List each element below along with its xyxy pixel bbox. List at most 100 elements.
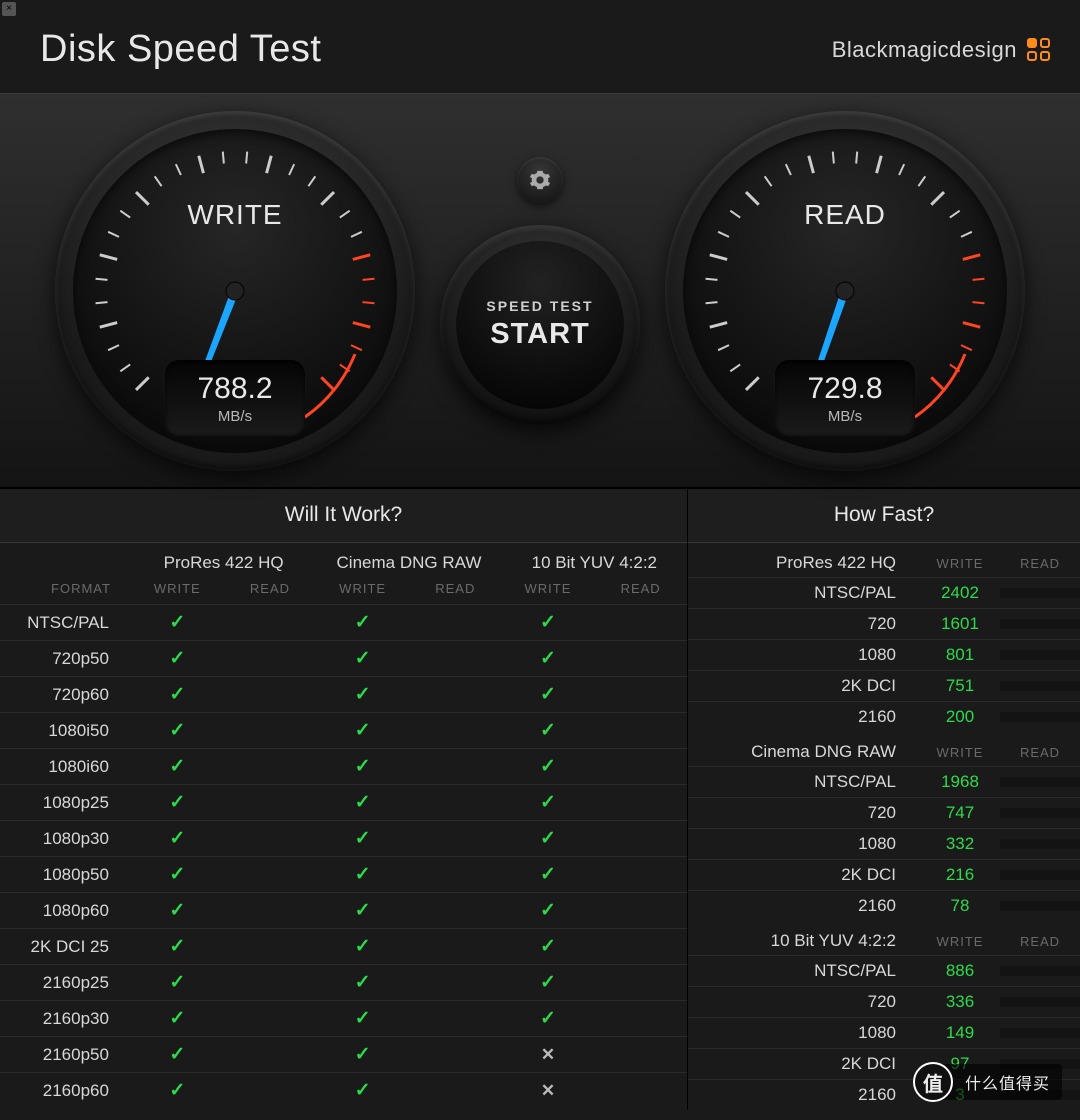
hf-group-name: Cinema DNG RAW bbox=[688, 732, 920, 766]
check-icon: ✓ bbox=[355, 900, 371, 921]
check-icon: ✓ bbox=[169, 792, 185, 813]
start-button[interactable]: SPEED TEST START bbox=[440, 225, 640, 425]
codec-group-header: Cinema DNG RAW bbox=[316, 543, 501, 577]
result-cell: ✓ bbox=[131, 1073, 224, 1109]
settings-button[interactable] bbox=[517, 157, 563, 203]
write-fps-value: 886 bbox=[920, 956, 1000, 986]
write-value: 788.2 bbox=[165, 372, 305, 406]
check-icon: ✓ bbox=[540, 828, 556, 849]
check-icon: ✓ bbox=[355, 828, 371, 849]
table-row: 1080801 bbox=[688, 639, 1080, 670]
result-cell: ✓ bbox=[316, 677, 409, 713]
result-cell: ✓ bbox=[131, 677, 224, 713]
format-label: 1080p25 bbox=[0, 785, 131, 821]
result-cell: ✓ bbox=[502, 929, 595, 965]
result-cell: ✓ bbox=[316, 1001, 409, 1037]
format-label: NTSC/PAL bbox=[688, 956, 920, 986]
result-cell: ✓ bbox=[502, 857, 595, 893]
check-icon: ✓ bbox=[540, 900, 556, 921]
result-cell: ✓ bbox=[131, 641, 224, 677]
check-icon: ✓ bbox=[169, 612, 185, 633]
check-icon: ✓ bbox=[169, 900, 185, 921]
result-cell bbox=[594, 641, 687, 677]
hf-group-name: 10 Bit YUV 4:2:2 bbox=[688, 921, 920, 955]
cross-icon: ✕ bbox=[541, 1081, 555, 1100]
check-icon: ✓ bbox=[540, 1008, 556, 1029]
watermark-badge-icon: 值 bbox=[913, 1062, 953, 1102]
result-cell bbox=[409, 1073, 502, 1109]
codec-group-header: 10 Bit YUV 4:2:2 bbox=[502, 543, 687, 577]
read-fps-value bbox=[1000, 712, 1080, 722]
table-row: 1080p50✓✓✓ bbox=[0, 857, 687, 893]
result-cell: ✓ bbox=[502, 965, 595, 1001]
result-cell bbox=[409, 1001, 502, 1037]
hf-group-header: ProRes 422 HQWRITEREAD bbox=[688, 543, 1080, 577]
result-cell: ✓ bbox=[316, 641, 409, 677]
write-fps-value: 2402 bbox=[920, 578, 1000, 608]
format-label: 2160 bbox=[688, 1080, 920, 1110]
table-row: 1080p25✓✓✓ bbox=[0, 785, 687, 821]
result-cell: ✓ bbox=[131, 821, 224, 857]
result-cell bbox=[409, 749, 502, 785]
result-cell: ✓ bbox=[316, 965, 409, 1001]
result-cell bbox=[409, 641, 502, 677]
table-row: 2K DCI216 bbox=[688, 859, 1080, 890]
result-cell bbox=[224, 1037, 317, 1073]
read-fps-value bbox=[1000, 839, 1080, 849]
check-icon: ✓ bbox=[540, 792, 556, 813]
format-label: 1080 bbox=[688, 829, 920, 859]
format-label: 720p50 bbox=[0, 641, 131, 677]
table-row: 2K DCI751 bbox=[688, 670, 1080, 701]
check-icon: ✓ bbox=[540, 756, 556, 777]
brand: Blackmagicdesign bbox=[832, 37, 1050, 63]
check-icon: ✓ bbox=[169, 756, 185, 777]
cross-icon: ✕ bbox=[541, 1045, 555, 1064]
format-label: 2K DCI bbox=[688, 860, 920, 890]
format-label: 2K DCI bbox=[688, 1049, 920, 1079]
format-label: 2160p60 bbox=[0, 1073, 131, 1109]
hf-group-header: Cinema DNG RAWWRITEREAD bbox=[688, 732, 1080, 766]
result-cell bbox=[224, 641, 317, 677]
check-icon: ✓ bbox=[540, 972, 556, 993]
result-cell: ✓ bbox=[502, 821, 595, 857]
column-header: WRITE bbox=[920, 556, 1000, 577]
result-cell bbox=[224, 749, 317, 785]
write-fps-value: 1601 bbox=[920, 609, 1000, 639]
table-row: 2160p60✓✓✕ bbox=[0, 1073, 687, 1109]
result-cell bbox=[594, 1037, 687, 1073]
table-row: NTSC/PAL886 bbox=[688, 955, 1080, 986]
result-cell bbox=[594, 929, 687, 965]
check-icon: ✓ bbox=[169, 1008, 185, 1029]
close-icon[interactable]: × bbox=[2, 2, 16, 16]
result-cell bbox=[594, 785, 687, 821]
start-label-large: START bbox=[490, 318, 590, 351]
hf-group-header: 10 Bit YUV 4:2:2WRITEREAD bbox=[688, 921, 1080, 955]
format-label: 720p60 bbox=[0, 677, 131, 713]
result-cell: ✓ bbox=[131, 893, 224, 929]
read-fps-value bbox=[1000, 870, 1080, 880]
result-cell: ✓ bbox=[316, 605, 409, 641]
result-cell bbox=[224, 821, 317, 857]
result-cell: ✓ bbox=[316, 1073, 409, 1109]
table-row: 1080332 bbox=[688, 828, 1080, 859]
check-icon: ✓ bbox=[355, 1080, 371, 1101]
result-cell bbox=[594, 677, 687, 713]
check-icon: ✓ bbox=[355, 936, 371, 957]
check-icon: ✓ bbox=[540, 864, 556, 885]
write-fps-value: 200 bbox=[920, 702, 1000, 732]
column-header: WRITE bbox=[131, 577, 224, 605]
write-gauge-title: WRITE bbox=[55, 199, 415, 231]
check-icon: ✓ bbox=[169, 864, 185, 885]
read-gauge: READ 729.8 MB/s bbox=[665, 111, 1025, 471]
format-label: 1080 bbox=[688, 640, 920, 670]
result-cell bbox=[224, 1073, 317, 1109]
format-label: 720 bbox=[688, 609, 920, 639]
will-it-work-title: Will It Work? bbox=[0, 489, 687, 543]
result-cell bbox=[409, 929, 502, 965]
result-cell bbox=[224, 929, 317, 965]
format-label: 1080p60 bbox=[0, 893, 131, 929]
table-row: 2160p30✓✓✓ bbox=[0, 1001, 687, 1037]
check-icon: ✓ bbox=[355, 720, 371, 741]
read-fps-value bbox=[1000, 588, 1080, 598]
table-row: 216078 bbox=[688, 890, 1080, 921]
